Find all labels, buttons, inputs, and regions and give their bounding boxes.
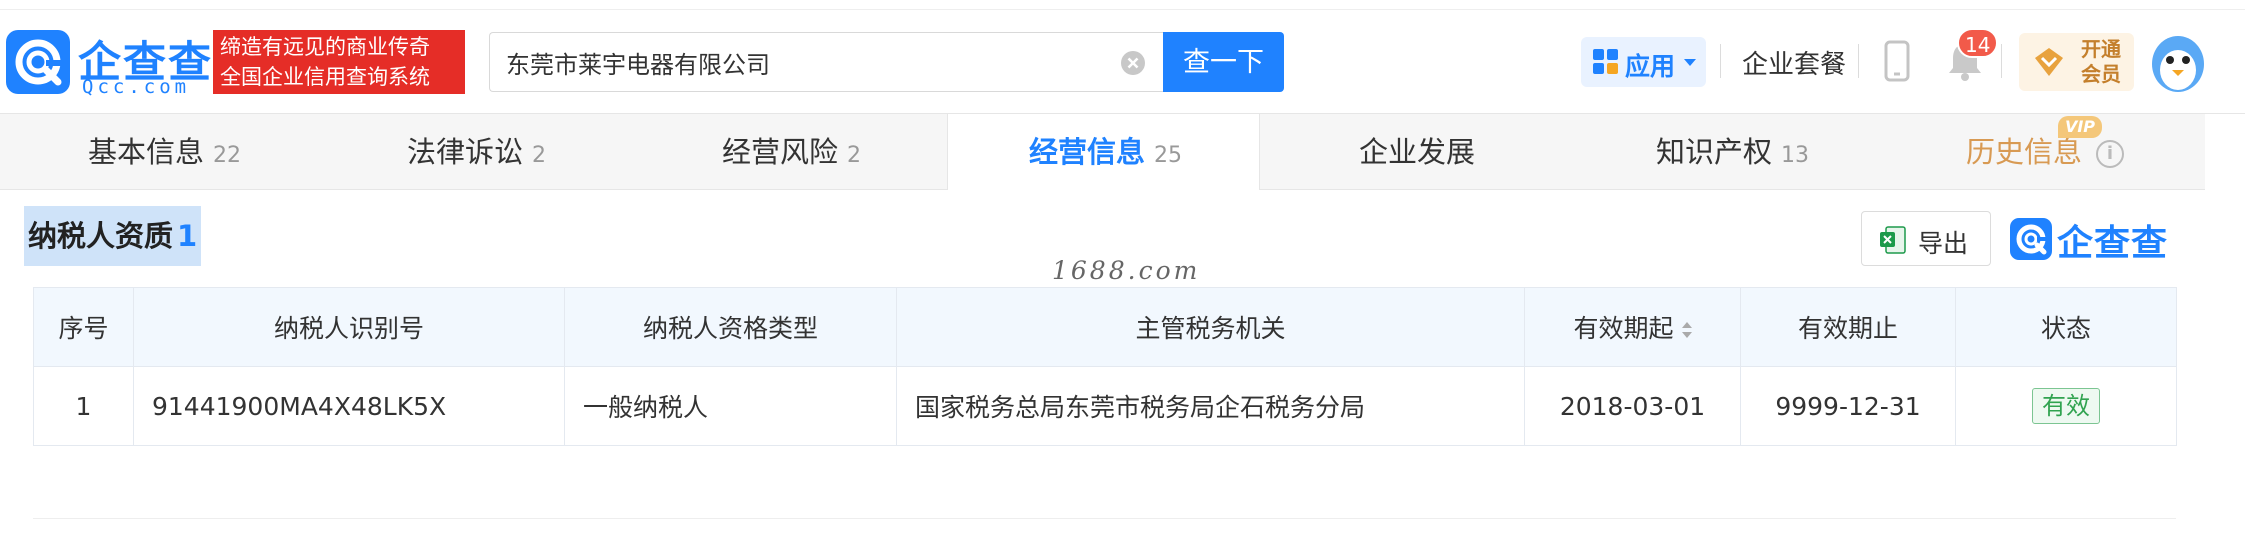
cell-taxpayer-id: 91441900MA4X48LK5X [133,366,565,446]
vip-label-line-2: 会员 [2081,62,2121,86]
info-icon[interactable]: i [2096,140,2124,168]
tab-label: 经营信息 [1029,135,1146,169]
cell-qualification-type: 一般纳税人 [564,366,897,446]
logo-name-en: Qcc.com [82,76,191,98]
enterprise-plan-link[interactable]: 企业套餐 [1742,44,1846,81]
tab-business-info[interactable]: 经营信息 25 [1029,114,1182,190]
tab-intellectual-property[interactable]: 知识产权 13 [1656,114,1809,190]
apps-grid-icon [1593,49,1619,75]
tab-legal-litigation[interactable]: 法律诉讼 2 [407,114,546,190]
cell-tax-authority: 国家税务总局东莞市税务局企石税务分局 [896,366,1525,446]
slogan-line-1: 缔造有远见的商业传奇 [220,35,430,59]
section-divider [33,518,2176,519]
header-divider [1720,44,1721,78]
top-header: 企查查 Qcc.com 缔造有远见的商业传奇 全国企业信用查询系统 查一下 [0,0,2245,114]
search-button[interactable]: 查一下 [1163,32,1284,92]
slogan-line-2: 全国企业信用查询系统 [220,65,430,89]
export-label: 导出 [1918,229,1969,258]
cell-valid-from: 2018-03-01 [1524,366,1741,446]
cell-status: 有效 [1955,366,2177,446]
section-count: 1 [177,219,198,253]
table-header-row: 序号 纳税人识别号 纳税人资格类型 主管税务机关 有效期起 有效期止 状态 [33,287,2177,367]
table-row: 1 91441900MA4X48LK5X 一般纳税人 国家税务总局东莞市税务局企… [33,366,2177,446]
column-header-valid-from[interactable]: 有效期起 [1524,287,1741,367]
tab-label: 企业发展 [1359,135,1476,169]
tab-basic-info[interactable]: 基本信息 22 [88,114,241,190]
section-title-label: 纳税人资质 [28,219,174,253]
mobile-phone-icon[interactable] [1884,40,1910,82]
tab-count: 2 [847,143,862,168]
open-membership-button[interactable]: 开通 会员 [2019,33,2134,91]
column-header-qualification-type: 纳税人资格类型 [564,287,897,367]
apps-label: 应用 [1625,52,1676,81]
header-divider [1858,44,1859,78]
qcc-logo[interactable]: 企查查 Qcc.com 缔造有远见的商业传奇 全国企业信用查询系统 [6,30,466,98]
tab-label: 基本信息 [88,135,205,169]
tab-count: 22 [213,143,242,168]
logo-slogan: 缔造有远见的商业传奇 全国企业信用查询系统 [213,30,465,94]
notification-count-badge: 14 [1957,28,1999,58]
section-title: 纳税人资质 1 [24,206,202,266]
taxpayer-qualification-table: 序号 纳税人识别号 纳税人资格类型 主管税务机关 有效期起 有效期止 状态 1 … [33,287,2177,446]
tab-label: 知识产权 [1656,135,1773,169]
excel-icon [1880,226,1906,254]
column-header-status: 状态 [1955,287,2177,367]
chevron-down-icon [1684,59,1696,66]
tab-label: 法律诉讼 [407,135,524,169]
export-button[interactable]: 导出 [1861,211,1991,266]
search-input[interactable] [506,43,1096,81]
search-box [489,32,1164,92]
cell-index: 1 [33,366,134,446]
column-header-valid-to: 有效期止 [1740,287,1956,367]
cell-valid-to: 9999-12-31 [1740,366,1956,446]
tab-label: 历史信息 [1966,135,2083,169]
column-header-taxpayer-id: 纳税人识别号 [133,287,565,367]
vip-tag: VIP [2058,116,2102,138]
section-tabs: 基本信息 22 法律诉讼 2 经营风险 2 经营信息 25 企业发展 知识产权 13 历史… [0,114,2205,191]
header-divider [2001,44,2002,78]
column-header-index: 序号 [33,287,134,367]
tab-label: 经营风险 [722,135,839,169]
qcc-brand-logo: 企查查 [2010,212,2180,266]
tab-count: 25 [1154,143,1183,168]
vip-label: 开通 会员 [2073,37,2129,87]
brand-name: 企查查 [2057,223,2169,264]
tab-count: 2 [532,143,547,168]
sort-icon[interactable] [1681,321,1692,339]
vip-crown-icon [2033,46,2065,78]
watermark: 1688.com [1052,256,1201,285]
tab-enterprise-development[interactable]: 企业发展 [1359,114,1475,190]
apps-menu-button[interactable]: 应用 [1581,37,1706,87]
tab-count: 13 [1781,143,1810,168]
status-badge: 有效 [2032,388,2100,424]
qcc-logo-icon [6,30,70,94]
column-header-tax-authority: 主管税务机关 [896,287,1525,367]
clear-icon[interactable] [1120,50,1146,76]
column-header-valid-from-label: 有效期起 [1573,314,1674,343]
top-divider [0,0,2245,10]
qcc-brand-icon [2010,218,2052,260]
vip-label-line-1: 开通 [2081,37,2121,61]
tab-business-risk[interactable]: 经营风险 2 [722,114,861,190]
avatar[interactable] [2150,30,2206,92]
